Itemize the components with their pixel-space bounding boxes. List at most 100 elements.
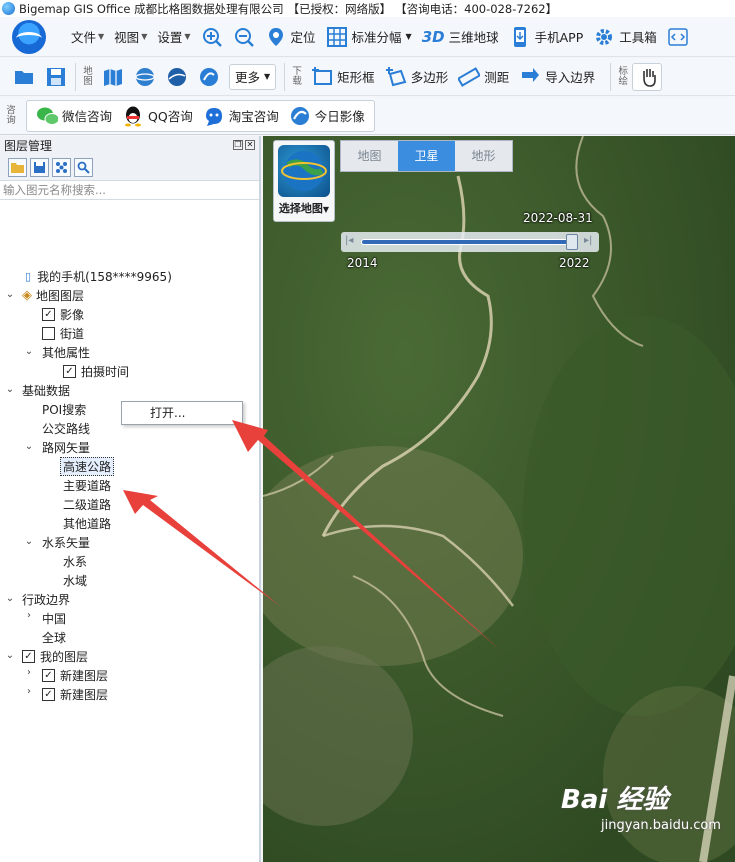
tree-item-bus[interactable]: 公交路线 [42,419,90,438]
google-earth-button[interactable] [129,62,161,92]
tree-item-streets[interactable]: 街道 [42,324,84,343]
tree-item-other-road[interactable]: 其他道路 [63,514,111,533]
tree-item-label: 水系矢量 [42,536,91,550]
chevron-down-icon: ▼ [141,32,148,41]
qq-consult-button[interactable]: QQ咨询 [117,101,198,131]
save-button[interactable] [40,62,72,92]
timeline-date: 2022-08-31 [523,211,593,225]
checkbox-checked[interactable]: ✓ [22,650,35,663]
rectangle-button[interactable]: 矩形框 [306,62,380,92]
node-graph-icon[interactable] [52,157,71,177]
collapse-icon[interactable]: ⌄ [23,346,35,357]
toolbox-button[interactable]: 工具箱 [588,22,662,52]
tree-item-map-layers[interactable]: ◈ 地图图层 [22,286,84,305]
collapse-icon[interactable]: ⌄ [4,593,16,604]
checkbox-checked[interactable]: ✓ [42,308,55,321]
tree-item-imagery[interactable]: ✓ 影像 [42,305,84,324]
close-icon[interactable]: ✕ [245,140,255,150]
brand-logo-icon [12,19,46,54]
checkbox-unchecked[interactable] [42,327,55,340]
checkbox-checked[interactable]: ✓ [42,669,55,682]
tree-item-water-vector[interactable]: 水系矢量 [42,533,90,552]
tab-satellite[interactable]: 卫星 [398,141,455,171]
timeline-handle[interactable] [566,234,578,250]
layer-panel-toolbar [0,154,259,180]
three-d-button[interactable]: 3D 三维地球 [417,22,504,52]
map-group-label: 地图 [83,65,93,87]
skip-back-icon[interactable]: |◂ [345,235,353,246]
tree-item-shot-time[interactable]: ✓ 拍摄时间 [63,362,129,381]
tree-item-admin-border[interactable]: 行政边界 [22,590,70,609]
skip-forward-icon[interactable]: ▸| [584,235,592,246]
checkbox-checked[interactable]: ✓ [42,688,55,701]
map-layers-button[interactable] [97,62,129,92]
tree-item-secondary-road[interactable]: 二级道路 [63,495,111,514]
tree-item-other-props[interactable]: 其他属性 [42,343,90,362]
save-icon[interactable] [30,157,49,177]
timeline-slider[interactable]: |◂ ▸| [341,232,599,252]
tree-item-label-selected: 高速公路 [60,457,115,476]
tree-item-globe[interactable]: 全球 [42,628,66,647]
search-icon[interactable] [74,157,93,177]
today-imagery-button[interactable]: 今日影像 [284,101,370,131]
expand-icon[interactable]: › [23,610,35,621]
tree-item-new-layer[interactable]: ✓ 新建图层 [42,666,108,685]
tree-item-water-system[interactable]: 水系 [63,552,87,571]
tree-item-china[interactable]: 中国 [42,609,66,628]
tree-item-water-area[interactable]: 水域 [63,571,87,590]
zoom-in-button[interactable] [196,22,228,52]
gear-icon [593,26,615,48]
import-border-button[interactable]: 导入边界 [514,62,600,92]
restore-icon[interactable]: ❐ [233,140,243,150]
swirl-button[interactable] [193,62,225,92]
tree-item-phone[interactable]: ▯ 我的手机(158****9965) [25,267,172,286]
tree-item-road-vector[interactable]: 路网矢量 [42,438,90,457]
measure-button[interactable]: 测距 [453,62,514,92]
zoom-out-button[interactable] [228,22,260,52]
polygon-button[interactable]: 多边形 [380,62,454,92]
tree-item-highway[interactable]: 高速公路 [60,457,115,476]
more-button[interactable]: 更多 ▼ [229,63,277,90]
expand-icon[interactable]: › [23,667,35,678]
wechat-icon [36,105,58,127]
collapse-icon[interactable]: ⌄ [23,441,35,452]
context-menu-open[interactable]: 打开... [150,406,185,420]
menu-view[interactable]: 视图 ▼ [109,22,152,52]
tree-item-main-road[interactable]: 主要道路 [63,476,111,495]
tree-item-label: 新建图层 [60,688,109,702]
timeline-track[interactable] [361,239,577,245]
open-folder-button[interactable] [8,62,40,92]
code-button[interactable] [662,22,694,52]
tree-item-base-data[interactable]: 基础数据 [22,381,70,400]
collapse-icon[interactable]: ⌄ [4,289,16,300]
collapse-icon[interactable]: ⌄ [23,536,35,547]
collapse-icon[interactable]: ⌄ [4,650,16,661]
tree-item-poi[interactable]: POI搜索 [42,400,86,419]
open-folder-icon[interactable] [8,157,27,177]
menu-settings[interactable]: 设置 ▼ [152,22,195,52]
tab-map[interactable]: 地图 [341,141,398,171]
map-view[interactable]: 选择地图▼ 地图 卫星 地形 2022-08-31 |◂ ▸| 2014 202… [263,136,735,862]
grid-button[interactable]: 标准分幅 ▼ [321,22,417,52]
tree-item-label: 主要道路 [63,479,112,493]
checkbox-checked[interactable]: ✓ [63,365,76,378]
panel-controls: ❐ ✕ [233,140,255,150]
wechat-consult-button[interactable]: 微信咨询 [31,101,117,131]
mobile-app-button[interactable]: 手机APP [504,22,589,52]
pan-hand-button[interactable] [632,62,663,91]
expand-icon[interactable]: › [23,686,35,697]
locate-button[interactable]: 定位 [260,22,321,52]
menu-file[interactable]: 文件 ▼ [66,22,109,52]
select-map-button[interactable]: 选择地图▼ [273,140,335,222]
layers-icon: ◈ [22,288,32,303]
qq-consult-label: QQ咨询 [148,109,193,124]
layer-search-input[interactable]: 输入图元名称搜索... [0,180,259,200]
layer-panel: 图层管理 ❐ ✕ 输入图元名称搜索... ▯ 我的手机(158****9965)… [0,136,261,862]
tree-item-label: 街道 [60,327,85,341]
globe-button[interactable] [161,62,193,92]
tab-terrain[interactable]: 地形 [455,141,512,171]
tree-item-new-layer[interactable]: ✓ 新建图层 [42,685,108,704]
collapse-icon[interactable]: ⌄ [4,384,16,395]
tree-item-my-layers[interactable]: ✓ 我的图层 [22,647,88,666]
taobao-consult-button[interactable]: 淘宝咨询 [198,101,284,131]
